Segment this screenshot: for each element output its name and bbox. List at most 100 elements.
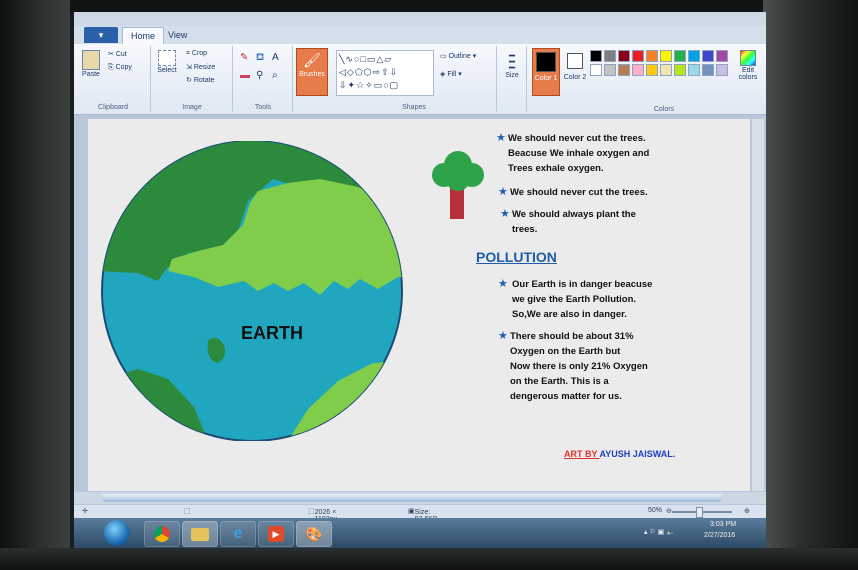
paste-button[interactable]: Paste bbox=[80, 50, 102, 78]
rotate-label: Rotate bbox=[193, 77, 215, 84]
tray-icons[interactable]: ▴ ⚐ ▣ 🔈 bbox=[644, 528, 675, 536]
color-swatch[interactable] bbox=[590, 50, 602, 62]
color-swatch[interactable] bbox=[646, 50, 658, 62]
workspace: EARTH ★ We should never cut the trees. B… bbox=[74, 115, 766, 497]
explorer-taskbar-button[interactable] bbox=[182, 521, 218, 547]
shapes-gallery[interactable]: ╲∿○□▭△▱ ◁◇⬠⬡⇨⇧⇩ ⇩✦☆✧▭○▢ bbox=[336, 50, 434, 96]
resize-button[interactable]: ⇲ Resize bbox=[186, 63, 215, 71]
text-line: trees. bbox=[512, 224, 538, 235]
eraser-icon[interactable]: ▬ bbox=[240, 70, 250, 81]
zoom-in-button[interactable]: ⊕ bbox=[744, 507, 750, 515]
color-swatch[interactable] bbox=[632, 50, 644, 62]
text-line: on the Earth. This is a bbox=[510, 376, 609, 387]
color-swatch[interactable] bbox=[660, 50, 672, 62]
color-picker-icon[interactable]: ⚲ bbox=[256, 70, 263, 81]
horizontal-scrollbar[interactable] bbox=[74, 492, 766, 504]
star-bullet-icon: ★ bbox=[498, 186, 508, 198]
status-bar: ✛ ⬚ ⬚ 2026 × 1182px ▣ Size: 97.6KB 50% ⊖… bbox=[74, 504, 766, 523]
color-swatch[interactable] bbox=[702, 64, 714, 76]
zoom-out-button[interactable]: ⊖ bbox=[666, 507, 672, 515]
tab-view[interactable]: View bbox=[160, 27, 195, 43]
ie-taskbar-button[interactable]: e bbox=[220, 521, 256, 547]
outline-button[interactable]: ▭ Outline ▾ bbox=[440, 52, 476, 60]
copy-label: Copy bbox=[115, 64, 132, 71]
color1-swatch bbox=[536, 52, 556, 72]
color-swatch[interactable] bbox=[674, 64, 686, 76]
earth-label: EARTH bbox=[241, 323, 303, 343]
text-line: Our Earth is in danger beacuse bbox=[512, 279, 653, 290]
edit-colors-label: Edit colors bbox=[738, 67, 758, 81]
size-group: ━ ━ ━ Size bbox=[498, 46, 527, 112]
vertical-scrollbar[interactable] bbox=[752, 119, 764, 491]
chrome-taskbar-button[interactable] bbox=[144, 521, 180, 547]
color1-button[interactable]: Color 1 bbox=[532, 48, 560, 96]
color-swatch[interactable] bbox=[590, 64, 602, 76]
select-icon bbox=[158, 50, 176, 66]
crop-label: Crop bbox=[191, 50, 208, 57]
rotate-button[interactable]: ↻ Rotate bbox=[186, 76, 214, 84]
color-swatch[interactable] bbox=[604, 64, 616, 76]
text-line: We should never cut the trees. bbox=[508, 133, 646, 144]
color-swatch[interactable] bbox=[702, 50, 714, 62]
color-swatch[interactable] bbox=[716, 64, 728, 76]
shapes-group-label: Shapes bbox=[402, 104, 426, 111]
start-button[interactable] bbox=[104, 520, 130, 546]
shapes-group: ╲∿○□▭△▱ ◁◇⬠⬡⇨⇧⇩ ⇩✦☆✧▭○▢ ▭ Outline ▾ ◈ Fill… bbox=[332, 46, 497, 112]
edit-colors-button[interactable]: Edit colors bbox=[734, 50, 762, 81]
monitor-bezel-left bbox=[0, 0, 70, 570]
monitor-bezel-right bbox=[763, 0, 858, 570]
text-line: Now there is only 21% Oxygen bbox=[510, 361, 648, 372]
text-line: we give the Earth Pollution. bbox=[512, 294, 637, 305]
text-line: We should always plant the bbox=[512, 209, 636, 220]
cut-button[interactable]: ✂ Cut bbox=[108, 50, 127, 58]
monitor-bezel-bottom bbox=[0, 548, 858, 570]
magnifier-icon[interactable]: ⌕ bbox=[272, 70, 278, 81]
copy-button[interactable]: ⎘ Copy bbox=[108, 64, 132, 72]
clock-date[interactable]: 2/27/2016 bbox=[704, 532, 735, 539]
canvas-dimensions: ⬚ 2026 × 1182px bbox=[308, 507, 337, 523]
pencil-icon[interactable]: ✎ bbox=[240, 52, 248, 63]
tools-group: ✎ ⛾ A ▬ ⚲ ⌕ Tools bbox=[234, 46, 293, 112]
color-swatch[interactable] bbox=[688, 50, 700, 62]
drawing-canvas[interactable]: EARTH ★ We should never cut the trees. B… bbox=[88, 119, 750, 491]
clock-time[interactable]: 3:03 PM bbox=[710, 521, 736, 528]
crop-button[interactable]: ⌗ Crop bbox=[186, 50, 207, 58]
color-swatch[interactable] bbox=[716, 50, 728, 62]
text-line: dengerous matter for us. bbox=[510, 391, 622, 402]
color2-label: Color 2 bbox=[563, 74, 587, 81]
color-swatch[interactable] bbox=[674, 50, 686, 62]
tree-canopy bbox=[446, 167, 470, 191]
color-swatch[interactable] bbox=[646, 64, 658, 76]
color-swatch[interactable] bbox=[660, 64, 672, 76]
color-swatch[interactable] bbox=[618, 50, 630, 62]
tree-point-3: We should always plant the trees. bbox=[512, 207, 636, 237]
zoom-slider-thumb[interactable] bbox=[696, 507, 703, 518]
tab-home[interactable]: Home bbox=[122, 27, 165, 44]
internet-explorer-icon: e bbox=[233, 525, 243, 542]
media-player-taskbar-button[interactable]: ▶ bbox=[258, 521, 294, 547]
color-swatch[interactable] bbox=[604, 50, 616, 62]
text-line: There should be about 31% bbox=[510, 331, 634, 342]
color-swatch[interactable] bbox=[632, 64, 644, 76]
earth-drawing bbox=[101, 141, 403, 441]
select-button[interactable]: Select bbox=[156, 50, 178, 74]
star-bullet-icon: ★ bbox=[498, 330, 508, 342]
brushes-button[interactable]: 🖌 Brushes bbox=[296, 48, 328, 96]
tree-drawing bbox=[432, 151, 484, 219]
paint-taskbar-button[interactable]: 🎨 bbox=[296, 521, 332, 547]
tree-point-1: We should never cut the trees. Beacuse W… bbox=[508, 131, 649, 176]
brushes-label: Brushes bbox=[299, 71, 325, 78]
size-button[interactable]: ━ ━ ━ Size bbox=[502, 52, 522, 80]
color-swatch[interactable] bbox=[688, 64, 700, 76]
fill-button[interactable]: ◈ Fill ▾ bbox=[440, 70, 462, 78]
color-swatch[interactable] bbox=[618, 64, 630, 76]
horizontal-scroll-thumb[interactable] bbox=[102, 494, 722, 502]
pollution-point-2: There should be about 31% Oxygen on the … bbox=[510, 329, 648, 404]
text-tool-icon[interactable]: A bbox=[272, 52, 279, 63]
color2-button[interactable]: Color 2 bbox=[562, 48, 588, 94]
file-menu-button[interactable]: ▾ bbox=[84, 27, 118, 43]
screen: ▾ Home View Paste ✂ Cut ⎘ Copy Clipboard… bbox=[74, 12, 766, 548]
pollution-heading: POLLUTION bbox=[476, 249, 557, 265]
star-bullet-icon: ★ bbox=[498, 278, 508, 290]
fill-bucket-icon[interactable]: ⛾ bbox=[256, 52, 264, 65]
